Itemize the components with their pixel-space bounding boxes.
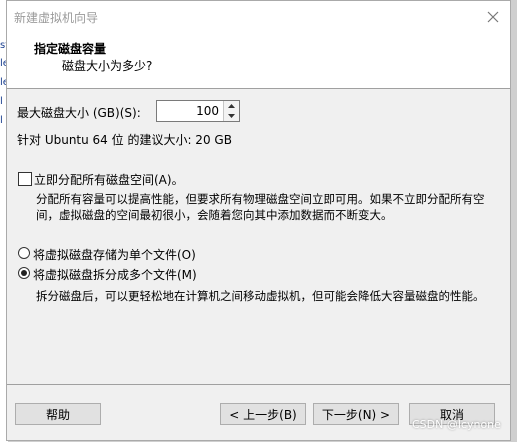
spinner-down-button[interactable]	[224, 111, 239, 121]
background-text: l	[0, 96, 3, 107]
disk-size-spinner[interactable]: 100	[156, 100, 240, 122]
recommended-size-text: 针对 Ubuntu 64 位 的建议大小: 20 GB	[17, 133, 232, 147]
allocate-all-checkbox[interactable]	[18, 172, 32, 186]
new-vm-wizard-dialog: 新建虚拟机向导 指定磁盘容量 磁盘大小为多少? 最大磁盘大小 (GB)(S): …	[6, 0, 511, 441]
split-files-radio[interactable]	[18, 267, 30, 279]
single-file-label[interactable]: 将虚拟磁盘存储为单个文件(O)	[33, 246, 196, 263]
allocate-all-label[interactable]: 立即分配所有磁盘空间(A)。	[34, 171, 184, 188]
title-bar: 新建虚拟机向导	[7, 1, 510, 33]
help-button[interactable]: 帮助	[15, 403, 101, 425]
close-icon	[487, 11, 499, 23]
spinner-buttons	[223, 101, 239, 121]
close-button[interactable]	[480, 5, 506, 29]
footer-divider	[7, 384, 510, 385]
disk-size-label: 最大磁盘大小 (GB)(S):	[17, 106, 141, 120]
next-button[interactable]: 下一步(N) >	[313, 403, 399, 425]
page-subtitle: 磁盘大小为多少?	[62, 59, 153, 73]
page-title: 指定磁盘容量	[34, 42, 107, 56]
back-button[interactable]: < 上一步(B)	[220, 403, 306, 425]
wizard-header: 指定磁盘容量 磁盘大小为多少?	[7, 33, 510, 89]
background-text: l	[0, 115, 3, 126]
single-file-radio[interactable]	[18, 247, 30, 259]
allocate-description: 分配所有容量可以提高性能，但要求所有物理磁盘空间立即可用。如果不立即分配所有空间…	[36, 192, 485, 222]
split-description: 拆分磁盘后，可以更轻松地在计算机之间移动虚拟机，但可能会降低大容量磁盘的性能。	[36, 289, 485, 303]
arrow-down-icon	[228, 114, 235, 118]
watermark: CSDN @lcynone	[412, 418, 501, 431]
arrow-up-icon	[228, 104, 235, 108]
window-title: 新建虚拟机向导	[14, 11, 99, 25]
disk-size-input[interactable]: 100	[196, 104, 219, 118]
split-files-label[interactable]: 将虚拟磁盘拆分成多个文件(M)	[33, 266, 197, 283]
spinner-up-button[interactable]	[224, 101, 239, 111]
